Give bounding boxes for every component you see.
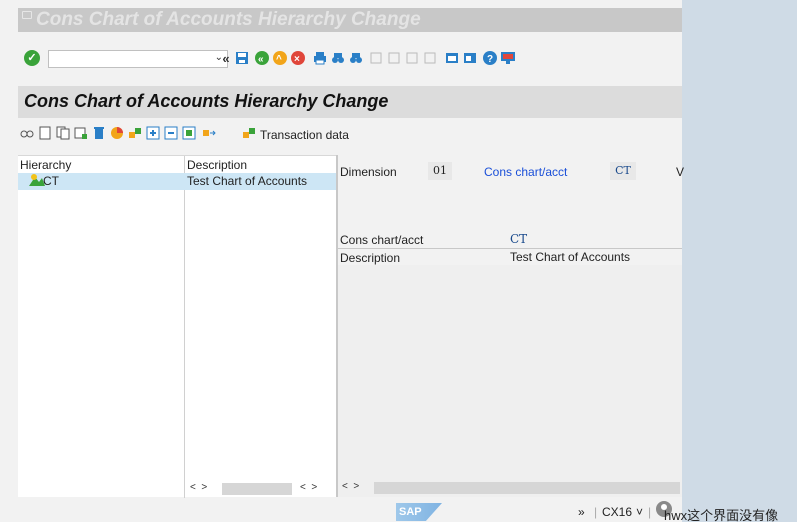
column-header-hierarchy[interactable]: Hierarchy: [20, 158, 71, 172]
system-dropdown-icon[interactable]: ˅: [636, 505, 643, 519]
customize-icon[interactable]: [500, 50, 516, 66]
detail-pane: Dimension 01 Cons chart/acct CT V Cons c…: [338, 155, 685, 497]
transaction-data-icon[interactable]: [242, 126, 256, 140]
check-icon[interactable]: ✓: [24, 50, 40, 66]
delete-icon[interactable]: [92, 126, 106, 140]
help-icon[interactable]: ?: [482, 50, 498, 66]
svg-text:×: ×: [294, 54, 300, 65]
status-expand-icon[interactable]: »: [578, 505, 585, 519]
user-status-text: hwx这个界面没有像: [664, 508, 779, 522]
detail-scroll-left-right[interactable]: < >: [342, 481, 359, 495]
cut-icon[interactable]: [110, 126, 124, 140]
last-page-icon[interactable]: [422, 50, 438, 66]
find-next-icon[interactable]: [348, 50, 364, 66]
hierarchy-tree: Hierarchy Description CT Test Chart of A…: [18, 155, 336, 498]
new-session-icon[interactable]: [444, 50, 460, 66]
transaction-data-button[interactable]: Transaction data: [260, 128, 349, 142]
shortcut-icon[interactable]: [462, 50, 478, 66]
svg-text:«: «: [258, 54, 264, 65]
save-icon[interactable]: [234, 50, 250, 66]
svg-text:?: ?: [487, 54, 493, 65]
system-toolbar: ✓ ⌄ « « ^ × ?: [18, 44, 682, 74]
field-value-cons-chart: CT: [510, 232, 528, 246]
field-row-cons-chart: Cons chart/acct CT: [338, 231, 682, 248]
window-title: Cons Chart of Accounts Hierarchy Change: [36, 9, 421, 30]
status-separator: |: [594, 505, 598, 519]
create-icon[interactable]: [38, 126, 52, 140]
tree-scrollbar[interactable]: [222, 483, 292, 495]
back-icon[interactable]: «: [254, 50, 270, 66]
first-page-icon[interactable]: [368, 50, 384, 66]
tree-node-description: Test Chart of Accounts: [187, 174, 308, 188]
prev-page-icon[interactable]: [386, 50, 402, 66]
field-row-description: Description Test Chart of Accounts: [338, 249, 682, 266]
command-field[interactable]: ⌄: [48, 50, 228, 68]
svg-text:^: ^: [276, 54, 282, 65]
back-double-icon[interactable]: «: [218, 50, 234, 66]
field-label-cons-chart: Cons chart/acct: [340, 233, 424, 247]
cons-chart-value: CT: [610, 162, 636, 180]
tree-node-label[interactable]: CT: [43, 174, 59, 188]
status-separator-2: |: [648, 505, 652, 519]
application-toolbar: Transaction data: [18, 124, 682, 146]
cancel-icon[interactable]: ×: [290, 50, 306, 66]
collapse-icon[interactable]: [164, 126, 178, 140]
tree-scroll-left-right[interactable]: < >: [190, 482, 207, 496]
page-title: Cons Chart of Accounts Hierarchy Change: [24, 91, 389, 111]
cons-chart-link[interactable]: Cons chart/acct: [484, 165, 567, 179]
find-icon[interactable]: [330, 50, 346, 66]
title-bar: Cons Chart of Accounts Hierarchy Change: [18, 8, 682, 32]
reassign-icon[interactable]: [202, 126, 216, 140]
truncated-label: V: [676, 165, 685, 179]
select-icon[interactable]: [182, 126, 196, 140]
column-separator[interactable]: [184, 156, 185, 498]
insert-icon[interactable]: [74, 126, 88, 140]
field-value-description: Test Chart of Accounts: [510, 250, 631, 264]
copy-icon[interactable]: [56, 126, 70, 140]
page-title-bar: Cons Chart of Accounts Hierarchy Change: [18, 86, 682, 118]
next-page-icon[interactable]: [404, 50, 420, 66]
print-icon[interactable]: [312, 50, 328, 66]
sap-window: Cons Chart of Accounts Hierarchy Change …: [0, 0, 685, 522]
column-header-description[interactable]: Description: [187, 158, 247, 172]
move-icon[interactable]: [128, 126, 142, 140]
dimension-value: 01: [428, 162, 452, 180]
command-input[interactable]: [49, 51, 209, 67]
detail-scrollbar[interactable]: [374, 482, 680, 494]
detail-empty-area: [338, 265, 682, 497]
dimension-label: Dimension: [340, 165, 397, 179]
expand-icon[interactable]: [146, 126, 160, 140]
tree-scroll-left-right-2[interactable]: < >: [300, 482, 317, 496]
field-label-description: Description: [340, 251, 401, 265]
glasses-icon[interactable]: [20, 126, 34, 140]
exit-icon[interactable]: ^: [272, 50, 288, 66]
system-name[interactable]: CX16: [602, 505, 632, 519]
sap-window-icon: [22, 11, 32, 19]
